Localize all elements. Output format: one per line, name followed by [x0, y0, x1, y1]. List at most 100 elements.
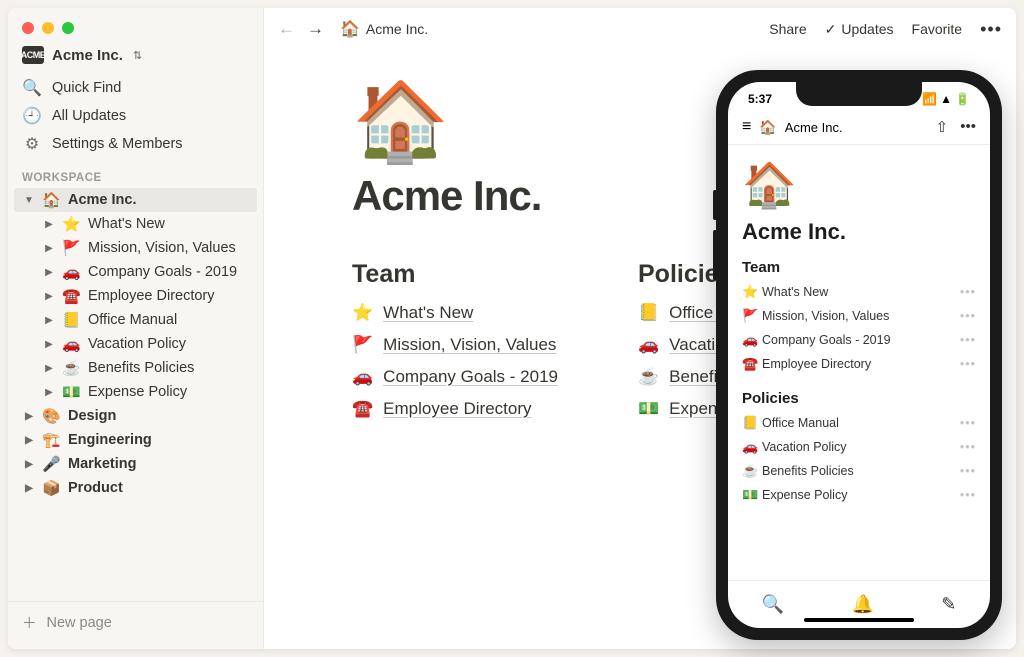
sidebar-page-label: Design — [68, 408, 116, 424]
minimize-window-button[interactable] — [42, 22, 54, 34]
caret-right-icon[interactable]: ▶ — [42, 387, 56, 398]
phone-header-title: Acme Inc. — [785, 120, 843, 135]
breadcrumb[interactable]: 🏠 Acme Inc. — [340, 19, 428, 39]
new-page-label: New page — [47, 615, 112, 631]
tab-compose-icon[interactable]: ✎ — [941, 594, 956, 615]
row-more-icon[interactable]: ••• — [960, 464, 976, 478]
sidebar-page[interactable]: ▶🎤Marketing — [8, 452, 263, 476]
favorite-button[interactable]: Favorite — [912, 21, 963, 37]
sidebar-subpage[interactable]: ▶☕Benefits Policies — [8, 356, 263, 380]
clock-icon: 🕘 — [22, 106, 42, 126]
phone-section-heading: Policies — [742, 390, 976, 407]
settings-members-button[interactable]: ⚙ Settings & Members — [8, 130, 263, 158]
more-icon[interactable]: ••• — [960, 118, 976, 136]
page-emoji-icon: ☕ — [638, 367, 659, 387]
phone-page-link[interactable]: 🚗Company Goals - 2019••• — [742, 328, 976, 352]
caret-right-icon[interactable]: ▶ — [42, 291, 56, 302]
caret-right-icon[interactable]: ▶ — [22, 483, 36, 494]
page-link[interactable]: 🚩Mission, Vision, Values — [352, 335, 558, 355]
phone-page-link[interactable]: ☕Benefits Policies••• — [742, 459, 976, 483]
caret-right-icon[interactable]: ▶ — [42, 363, 56, 374]
sidebar-page[interactable]: ▶📦Product — [8, 476, 263, 500]
page-emoji-icon: 🚗 — [62, 263, 82, 281]
phone-page-link[interactable]: ⭐What's New••• — [742, 280, 976, 304]
sidebar-page-label: Engineering — [68, 432, 152, 448]
window-controls — [8, 18, 263, 44]
row-more-icon[interactable]: ••• — [960, 357, 976, 371]
phone-content: 🏠 Acme Inc. Team⭐What's New•••🚩Mission, … — [728, 145, 990, 580]
page-emoji-icon: 🎤 — [42, 455, 62, 473]
row-more-icon[interactable]: ••• — [960, 488, 976, 502]
more-menu-button[interactable]: ••• — [980, 19, 1002, 40]
phone-page-link[interactable]: 📒Office Manual••• — [742, 411, 976, 435]
house-icon: 🏠 — [340, 19, 360, 39]
all-updates-button[interactable]: 🕘 All Updates — [8, 102, 263, 130]
phone-time: 5:37 — [748, 92, 772, 106]
tab-notifications-icon[interactable]: 🔔 — [851, 594, 873, 615]
caret-right-icon[interactable]: ▶ — [22, 435, 36, 446]
sidebar-page-root[interactable]: ▼ 🏠 Acme Inc. — [14, 188, 257, 212]
sidebar-page-root-label: Acme Inc. — [68, 192, 137, 208]
phone-notch — [796, 82, 922, 106]
phone-page-link[interactable]: 💵Expense Policy••• — [742, 483, 976, 507]
share-icon[interactable]: ⇧ — [936, 118, 949, 136]
phone-page-link-label: Mission, Vision, Values — [762, 309, 889, 323]
phone-page-icon: 🏠 — [742, 159, 976, 211]
share-button[interactable]: Share — [769, 21, 806, 37]
page-link-label: Company Goals - 2019 — [383, 367, 558, 387]
updates-button[interactable]: ✓ Updates — [825, 21, 894, 38]
page-emoji-icon: 🚗 — [742, 332, 762, 348]
home-indicator[interactable] — [804, 618, 914, 622]
row-more-icon[interactable]: ••• — [960, 309, 976, 323]
caret-right-icon[interactable]: ▶ — [42, 315, 56, 326]
sidebar-subpage[interactable]: ▶⭐What's New — [8, 212, 263, 236]
page-emoji-icon: ⭐ — [352, 303, 373, 323]
caret-down-icon[interactable]: ▼ — [22, 195, 36, 206]
sidebar-subpage[interactable]: ▶💵Expense Policy — [8, 380, 263, 404]
row-more-icon[interactable]: ••• — [960, 333, 976, 347]
quick-find-button[interactable]: 🔍 Quick Find — [8, 74, 263, 102]
workspace-switcher[interactable]: ACME Acme Inc. ⇅ — [8, 44, 263, 74]
phone-page-link[interactable]: ☎️Employee Directory••• — [742, 352, 976, 376]
column-heading: Team — [352, 260, 558, 289]
caret-right-icon[interactable]: ▶ — [22, 459, 36, 470]
sidebar-subpage[interactable]: ▶🚗Company Goals - 2019 — [8, 260, 263, 284]
workspace-name: Acme Inc. — [52, 47, 123, 64]
caret-right-icon[interactable]: ▶ — [42, 339, 56, 350]
page-emoji-icon: 📦 — [42, 479, 62, 497]
menu-icon[interactable]: ≡ — [742, 118, 751, 136]
caret-right-icon[interactable]: ▶ — [42, 219, 56, 230]
row-more-icon[interactable]: ••• — [960, 416, 976, 430]
plus-icon: ＋ — [22, 612, 37, 633]
new-page-button[interactable]: ＋ New page — [8, 601, 263, 643]
maximize-window-button[interactable] — [62, 22, 74, 34]
sidebar-page[interactable]: ▶🎨Design — [8, 404, 263, 428]
sidebar-page[interactable]: ▶🏗️Engineering — [8, 428, 263, 452]
row-more-icon[interactable]: ••• — [960, 440, 976, 454]
close-window-button[interactable] — [22, 22, 34, 34]
sidebar-subpage[interactable]: ▶📒Office Manual — [8, 308, 263, 332]
page-link[interactable]: 🚗Company Goals - 2019 — [352, 367, 558, 387]
sidebar-subpage-label: Benefits Policies — [88, 360, 194, 376]
phone-page-link[interactable]: 🚗Vacation Policy••• — [742, 435, 976, 459]
caret-right-icon[interactable]: ▶ — [42, 243, 56, 254]
page-link[interactable]: ⭐What's New — [352, 303, 558, 323]
caret-right-icon[interactable]: ▶ — [42, 267, 56, 278]
battery-icon: 🔋 — [955, 92, 970, 106]
sidebar-subpage[interactable]: ▶☎️Employee Directory — [8, 284, 263, 308]
page-emoji-icon: ☎️ — [742, 356, 762, 372]
page-link[interactable]: ☎️Employee Directory — [352, 399, 558, 419]
forward-button[interactable]: → — [307, 19, 324, 39]
tab-search-icon[interactable]: 🔍 — [762, 594, 784, 615]
topbar: ← → 🏠 Acme Inc. Share ✓ Updates Favorite… — [264, 8, 1016, 50]
caret-right-icon[interactable]: ▶ — [22, 411, 36, 422]
back-button[interactable]: ← — [278, 19, 295, 39]
workspace-badge: ACME — [22, 46, 44, 64]
phone-header: ≡ 🏠 Acme Inc. ⇧ ••• — [728, 112, 990, 145]
page-emoji-icon: 🚩 — [742, 308, 762, 324]
sidebar-subpage[interactable]: ▶🚩Mission, Vision, Values — [8, 236, 263, 260]
page-emoji-icon: ☎️ — [62, 287, 82, 305]
phone-page-link[interactable]: 🚩Mission, Vision, Values ••• — [742, 304, 976, 328]
row-more-icon[interactable]: ••• — [960, 285, 976, 299]
sidebar-subpage[interactable]: ▶🚗Vacation Policy — [8, 332, 263, 356]
